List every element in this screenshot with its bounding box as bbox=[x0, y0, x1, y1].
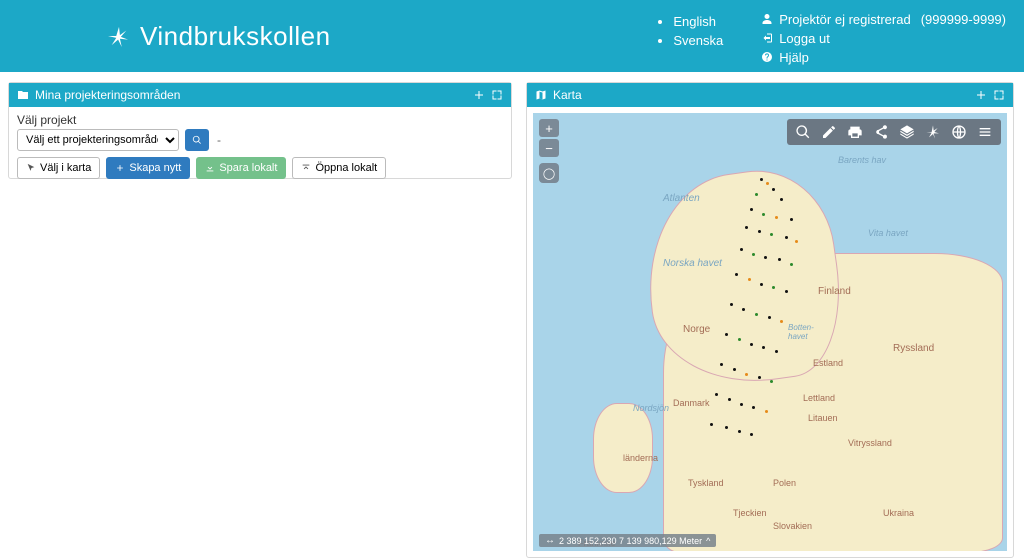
app-header: Vindbrukskollen English Svenska Projektö… bbox=[0, 0, 1024, 72]
plus-icon bbox=[115, 163, 125, 173]
select-label: Välj projekt bbox=[17, 113, 503, 127]
map-turbine-button[interactable] bbox=[920, 122, 946, 142]
map-panel-header: Karta bbox=[527, 83, 1013, 107]
c-tyskland: Tyskland bbox=[688, 478, 724, 488]
upload-icon bbox=[301, 163, 311, 173]
sea-nordsjon: Nordsjön bbox=[633, 403, 669, 413]
c-ryssland: Ryssland bbox=[893, 343, 934, 354]
content: Mina projekteringsområden Välj projekt V… bbox=[0, 72, 1024, 559]
share-icon bbox=[873, 124, 889, 140]
open-local-button[interactable]: Öppna lokalt bbox=[292, 157, 386, 179]
zoom-out-button[interactable]: − bbox=[539, 139, 559, 157]
c-landerna: länderna bbox=[623, 453, 658, 463]
pointer-icon bbox=[26, 163, 36, 173]
separator-dash: - bbox=[215, 133, 223, 147]
map-layers-button[interactable] bbox=[894, 122, 920, 142]
map-share-button[interactable] bbox=[868, 122, 894, 142]
layers-icon bbox=[899, 124, 915, 140]
lang-svenska[interactable]: Svenska bbox=[673, 31, 723, 50]
open-local-label: Öppna lokalt bbox=[315, 162, 377, 174]
turbine-logo-icon bbox=[108, 25, 130, 47]
help-icon bbox=[761, 51, 773, 63]
lang-english[interactable]: English bbox=[673, 12, 723, 31]
help-link[interactable]: Hjälp bbox=[761, 50, 1006, 65]
expand-icon[interactable] bbox=[491, 89, 503, 101]
search-icon bbox=[192, 135, 202, 145]
logout-link[interactable]: Logga ut bbox=[761, 31, 1006, 46]
turbine-cluster bbox=[700, 168, 820, 448]
map-panel: Karta Atlanten Norska havet Nordsjön Bar… bbox=[526, 82, 1014, 558]
map-toolbar bbox=[787, 119, 1001, 145]
c-ukraina: Ukraina bbox=[883, 508, 914, 518]
scale-caret[interactable]: ^ bbox=[706, 536, 710, 546]
c-tjeckien: Tjeckien bbox=[733, 508, 767, 518]
land-uk bbox=[593, 403, 653, 493]
user-icon bbox=[761, 13, 773, 25]
map-panel-title: Karta bbox=[553, 88, 582, 102]
logout-label: Logga ut bbox=[779, 31, 830, 46]
create-new-label: Skapa nytt bbox=[129, 162, 181, 174]
map-print-button[interactable] bbox=[842, 122, 868, 142]
select-in-map-label: Välj i karta bbox=[40, 162, 91, 174]
brand: Vindbrukskollen bbox=[108, 21, 331, 52]
create-new-button[interactable]: Skapa nytt bbox=[106, 157, 190, 179]
list-icon bbox=[977, 124, 993, 140]
map-expand-icon[interactable] bbox=[993, 89, 1005, 101]
user-block: Projektör ej registrerad (999999-9999) L… bbox=[761, 12, 1006, 65]
user-line: Projektör ej registrerad (999999-9999) bbox=[761, 12, 1006, 27]
c-polen: Polen bbox=[773, 478, 796, 488]
zoom-in-button[interactable]: + bbox=[539, 119, 559, 137]
language-list: English Svenska bbox=[655, 12, 723, 50]
save-local-label: Spara lokalt bbox=[219, 162, 277, 174]
projects-panel-title: Mina projekteringsområden bbox=[35, 88, 180, 102]
zoom-home-button[interactable]: ◯ bbox=[539, 163, 559, 183]
folder-icon bbox=[17, 89, 29, 101]
user-id: (999999-9999) bbox=[921, 12, 1006, 27]
map-search-button[interactable] bbox=[790, 122, 816, 142]
projects-panel-header: Mina projekteringsområden bbox=[9, 83, 511, 107]
pencil-icon bbox=[821, 124, 837, 140]
project-select[interactable]: Välj ett projekteringsområde bbox=[17, 129, 179, 151]
sea-barents: Barents hav bbox=[838, 155, 886, 165]
scale-text: 2 389 152,230 7 139 980,129 Meter bbox=[559, 536, 702, 546]
map-legend-button[interactable] bbox=[972, 122, 998, 142]
projects-panel: Mina projekteringsområden Välj projekt V… bbox=[8, 82, 512, 179]
projects-panel-body: Välj projekt Välj ett projekteringsområd… bbox=[9, 107, 511, 185]
search-icon bbox=[795, 124, 811, 140]
c-slovakien: Slovakien bbox=[773, 521, 812, 531]
help-label: Hjälp bbox=[779, 50, 809, 65]
select-in-map-button[interactable]: Välj i karta bbox=[17, 157, 100, 179]
save-local-button[interactable]: Spara lokalt bbox=[196, 157, 286, 179]
map-canvas[interactable]: Atlanten Norska havet Nordsjön Barents h… bbox=[533, 113, 1007, 551]
map-icon bbox=[535, 89, 547, 101]
sea-atlanten: Atlanten bbox=[663, 193, 700, 204]
turbine-icon bbox=[925, 124, 941, 140]
search-project-button[interactable] bbox=[185, 129, 209, 151]
collapse-icon[interactable] bbox=[473, 89, 485, 101]
sea-vita: Vita havet bbox=[868, 228, 908, 238]
c-vitryssland: Vitryssland bbox=[848, 438, 892, 448]
map-edit-button[interactable] bbox=[816, 122, 842, 142]
header-right: English Svenska Projektör ej registrerad… bbox=[655, 8, 1006, 65]
globe-icon bbox=[951, 124, 967, 140]
c-finland: Finland bbox=[818, 286, 851, 297]
print-icon bbox=[847, 124, 863, 140]
scale-arrows-icon: ↔ bbox=[545, 535, 555, 546]
map-basemap-button[interactable] bbox=[946, 122, 972, 142]
app-title: Vindbrukskollen bbox=[140, 21, 331, 52]
map-collapse-icon[interactable] bbox=[975, 89, 987, 101]
user-label: Projektör ej registrerad bbox=[779, 12, 911, 27]
logout-icon bbox=[761, 32, 773, 44]
scalebar: ↔ 2 389 152,230 7 139 980,129 Meter ^ bbox=[539, 534, 716, 547]
zoom-controls: + − ◯ bbox=[539, 119, 559, 183]
map-container[interactable]: Atlanten Norska havet Nordsjön Barents h… bbox=[533, 113, 1007, 551]
download-icon bbox=[205, 163, 215, 173]
